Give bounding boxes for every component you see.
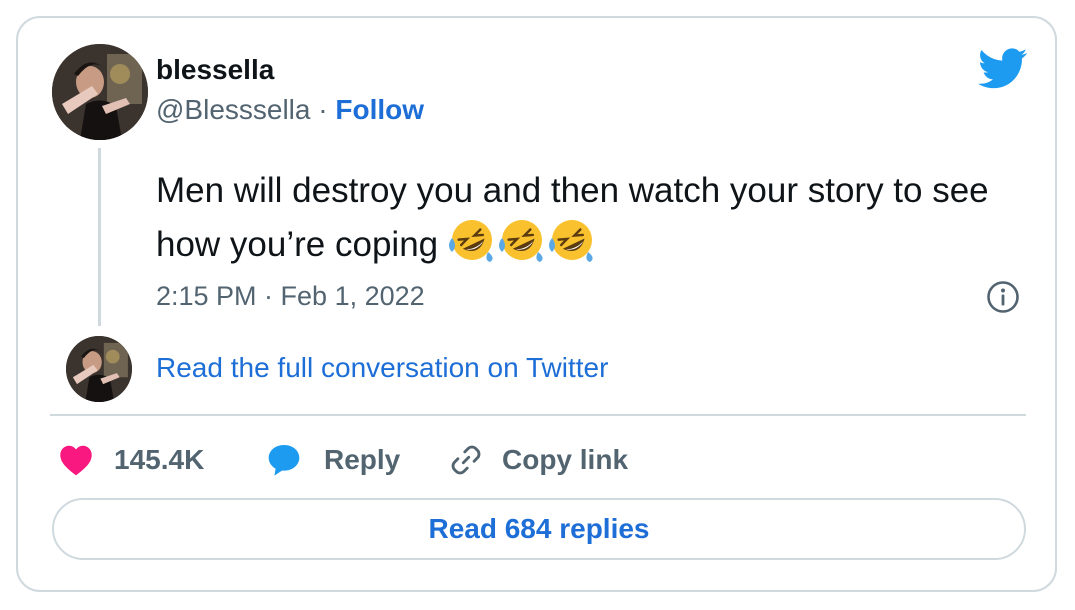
reply-button[interactable]: Reply: [266, 440, 400, 480]
like-count: 145.4K: [114, 444, 205, 475]
tweet-text: Men will destroy you and then watch your…: [156, 166, 1036, 278]
author-display-name[interactable]: blessella: [156, 54, 274, 86]
copy-link-label: Copy link: [502, 444, 629, 475]
rolling-laughing-emoji-icon: [448, 220, 493, 262]
author-handle-row: @Blesssella · Follow: [156, 94, 424, 126]
rolling-laughing-emoji-icon: [498, 220, 543, 262]
author-handle[interactable]: @Blesssella: [156, 94, 310, 125]
speech-bubble-icon: [268, 445, 300, 476]
author-avatar[interactable]: [52, 44, 148, 140]
copy-link-button[interactable]: Copy link: [448, 440, 628, 480]
handle-separator: ·: [318, 94, 328, 125]
info-icon[interactable]: [986, 280, 1020, 314]
divider: [50, 414, 1026, 416]
emoji-group: [448, 216, 598, 278]
like-button[interactable]: 145.4K: [58, 440, 204, 480]
rolling-laughing-emoji-icon: [548, 220, 593, 262]
thread-line: [98, 148, 101, 326]
read-replies-button[interactable]: Read 684 replies: [52, 498, 1026, 560]
tweet-timestamp[interactable]: 2:15 PM · Feb 1, 2022: [156, 281, 425, 312]
reply-label: Reply: [324, 444, 401, 475]
avatar-photo: [52, 44, 148, 140]
conversation-avatar[interactable]: [66, 336, 132, 402]
follow-button[interactable]: Follow: [335, 94, 424, 125]
read-full-conversation-link[interactable]: Read the full conversation on Twitter: [156, 352, 608, 384]
avatar-photo: [66, 336, 132, 402]
twitter-bird-icon[interactable]: [978, 48, 1028, 90]
link-icon: [451, 445, 481, 475]
heart-icon: [60, 445, 92, 476]
read-replies-label: Read 684 replies: [428, 513, 650, 544]
tweet-embed-card: blessella @Blesssella · Follow Men will …: [16, 16, 1057, 592]
